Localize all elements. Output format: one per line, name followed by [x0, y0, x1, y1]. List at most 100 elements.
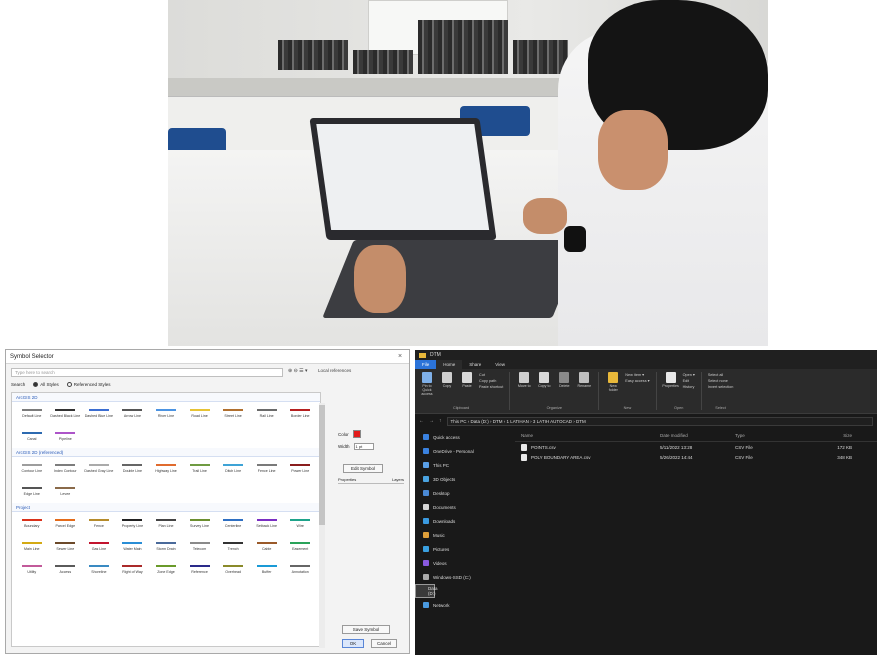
nav-item[interactable]: Videos: [415, 556, 510, 570]
gallery-section-header[interactable]: ArcGIS 2D (referenced): [12, 448, 320, 457]
symbol-item[interactable]: River Line: [149, 405, 183, 425]
symbol-item[interactable]: Overhead: [216, 561, 250, 581]
scroll-thumb[interactable]: [319, 405, 325, 525]
symbol-item[interactable]: Parcel Edge: [49, 515, 83, 535]
invert-selection-button[interactable]: Invert selection: [708, 384, 734, 390]
tab-view[interactable]: View: [488, 360, 512, 369]
nav-item[interactable]: Documents: [415, 500, 510, 514]
symbol-item[interactable]: Power Line: [283, 460, 317, 480]
symbol-item[interactable]: Default Line: [15, 405, 49, 425]
symbol-item[interactable]: Levee: [49, 483, 83, 503]
symbol-item[interactable]: Main Line: [15, 538, 49, 558]
symbol-item[interactable]: Sewer Line: [49, 538, 83, 558]
nav-item[interactable]: This PC: [415, 458, 510, 472]
symbol-item[interactable]: Annotation: [283, 561, 317, 581]
symbol-item[interactable]: Buffer: [250, 561, 284, 581]
symbol-item[interactable]: Water Main: [116, 538, 150, 558]
symbol-item[interactable]: Canal: [15, 428, 49, 448]
file-row[interactable]: POLY BOUNDARY AREA.csv 5/26/2022 14:44 CSV…: [515, 452, 877, 462]
tab-share[interactable]: Share: [462, 360, 488, 369]
up-icon[interactable]: ↑: [439, 418, 442, 424]
tab-properties[interactable]: Properties: [338, 477, 356, 482]
paste-button[interactable]: Paste: [459, 372, 475, 396]
symbol-item[interactable]: Cable: [250, 538, 284, 558]
symbol-item[interactable]: Ditch Line: [216, 460, 250, 480]
symbol-item[interactable]: Dashed Black Line: [49, 405, 83, 425]
symbol-item[interactable]: Setback Line: [250, 515, 284, 535]
symbol-item[interactable]: Storm Drain: [149, 538, 183, 558]
symbol-item[interactable]: Access: [49, 561, 83, 581]
symbol-item[interactable]: Dashed Blue Line: [82, 405, 116, 425]
symbol-item[interactable]: Edge Line: [15, 483, 49, 503]
edit-symbol-button[interactable]: Edit Symbol: [343, 464, 383, 473]
column-type[interactable]: Type: [735, 433, 805, 438]
symbol-item[interactable]: Easement: [283, 538, 317, 558]
filter-referenced-styles[interactable]: Referenced Styles: [66, 382, 111, 388]
symbol-item[interactable]: Telecom: [183, 538, 217, 558]
rename-button[interactable]: Rename: [576, 372, 592, 388]
symbol-item[interactable]: Road Line: [183, 405, 217, 425]
symbol-item[interactable]: Boundary: [15, 515, 49, 535]
paste-shortcut-button[interactable]: Paste shortcut: [479, 384, 503, 390]
properties-button[interactable]: Properties: [662, 372, 679, 390]
symbol-item[interactable]: Plan Line: [149, 515, 183, 535]
symbol-item[interactable]: Right of Way: [116, 561, 150, 581]
symbol-item[interactable]: Fence Line: [250, 460, 284, 480]
symbol-item[interactable]: Gas Line: [82, 538, 116, 558]
nav-item[interactable]: Desktop: [415, 486, 510, 500]
nav-item[interactable]: Data (D:): [415, 584, 438, 598]
ok-button[interactable]: OK: [342, 639, 364, 648]
symbol-item[interactable]: Centerline: [216, 515, 250, 535]
easy-access-button[interactable]: Easy access ▾: [625, 378, 649, 384]
gallery-section-header[interactable]: ArcGIS 2D: [12, 393, 320, 402]
symbol-item[interactable]: Arrow Line: [116, 405, 150, 425]
symbol-item[interactable]: Rail Line: [250, 405, 284, 425]
copy-button[interactable]: Copy: [439, 372, 455, 396]
nav-item[interactable]: Network: [415, 598, 510, 612]
column-name[interactable]: Name: [515, 433, 660, 438]
symbol-item[interactable]: Zone Edge: [149, 561, 183, 581]
cancel-button[interactable]: Cancel: [371, 639, 397, 648]
symbol-item[interactable]: Dashed Gray Line: [82, 460, 116, 480]
symbol-item[interactable]: Wire: [283, 515, 317, 535]
close-icon[interactable]: ×: [395, 353, 405, 360]
symbol-item[interactable]: Survey Line: [183, 515, 217, 535]
address-bar[interactable]: This PC › Data (D:) › DTM › 1 LATIHAN › …: [446, 416, 873, 426]
back-icon[interactable]: ←: [419, 418, 424, 424]
symbol-item[interactable]: Property Line: [116, 515, 150, 535]
forward-icon[interactable]: →: [429, 418, 434, 424]
symbol-item[interactable]: Index Contour: [49, 460, 83, 480]
symbol-item[interactable]: Shoreline: [82, 561, 116, 581]
symbol-search-input[interactable]: Type here to search: [11, 368, 283, 377]
history-button[interactable]: History: [683, 384, 695, 390]
nav-item[interactable]: Windows-SSD (C:): [415, 570, 510, 584]
column-date[interactable]: Date modified: [660, 433, 735, 438]
new-folder-button[interactable]: New folder: [605, 372, 621, 392]
copy-to-button[interactable]: Copy to: [536, 372, 552, 388]
local-references-label[interactable]: Local references: [318, 368, 351, 373]
symbol-item[interactable]: Trail Line: [183, 460, 217, 480]
symbol-item[interactable]: Contour Line: [15, 460, 49, 480]
symbol-item[interactable]: Double Line: [116, 460, 150, 480]
delete-button[interactable]: Delete: [556, 372, 572, 388]
tab-layers[interactable]: Layers: [392, 477, 404, 482]
symbol-item[interactable]: Street Line: [216, 405, 250, 425]
color-swatch[interactable]: [352, 430, 361, 438]
search-options-icon[interactable]: ⊕ ⊖ ☰ ▾: [288, 368, 308, 374]
symbol-item[interactable]: Utility: [15, 561, 49, 581]
tab-file[interactable]: File: [415, 360, 437, 369]
nav-item[interactable]: Quick access: [415, 430, 510, 444]
nav-item[interactable]: Pictures: [415, 542, 510, 556]
nav-item[interactable]: Downloads: [415, 514, 510, 528]
pin-button[interactable]: Pin to Quick access: [419, 372, 435, 396]
nav-item[interactable]: OneDrive - Personal: [415, 444, 510, 458]
file-row[interactable]: POINTS.csv 5/11/2022 13:28 CSV File 172 KB: [515, 442, 877, 452]
symbol-item[interactable]: Fence: [82, 515, 116, 535]
filter-all-styles[interactable]: All Styles: [33, 382, 59, 388]
tab-home[interactable]: Home: [436, 360, 463, 369]
column-size[interactable]: Size: [805, 433, 860, 438]
symbol-item[interactable]: Highway Line: [149, 460, 183, 480]
save-symbol-button[interactable]: Save Symbol: [342, 625, 390, 634]
width-select[interactable]: 1 pt: [353, 443, 374, 450]
gallery-scrollbar[interactable]: [319, 403, 325, 648]
